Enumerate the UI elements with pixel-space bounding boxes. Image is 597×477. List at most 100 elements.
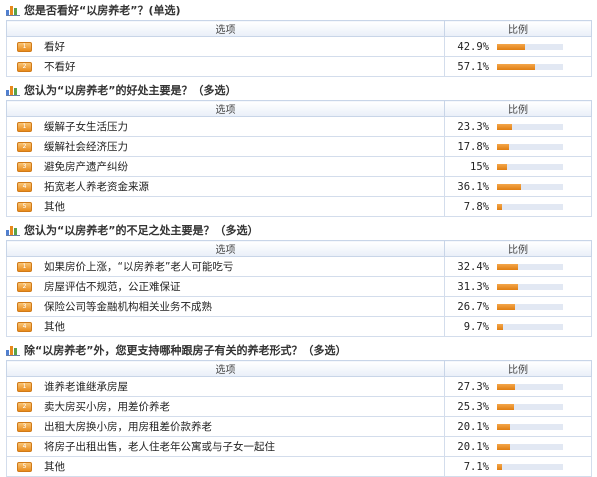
option-number-badge: 5 (17, 201, 32, 212)
option-number-badge: 2 (17, 141, 32, 152)
table-header-row: 选项 比例 (6, 20, 592, 37)
option-label: 房屋评估不规范，公正难保证 (44, 281, 181, 293)
option-number-badge: 5 (17, 461, 32, 472)
ratio-cell: 23.3% (444, 116, 592, 137)
percentage-value: 57.1% (457, 60, 489, 73)
table-row: 5 其他 7.1% (6, 456, 592, 477)
table-header-row: 选项 比例 (6, 360, 592, 377)
table-row: 5 其他 7.8% (6, 196, 592, 217)
table-row: 2 不看好 57.1% (6, 56, 592, 77)
option-label: 看好 (44, 41, 65, 53)
option-cell: 1 如果房价上涨，“以房养老”老人可能吃亏 (6, 256, 445, 277)
poll-section: 除“以房养老”外，您更支持哪种跟房子有关的养老形式？（多选） 选项 比例 1 谁养老谁继… (6, 342, 592, 477)
ratio-cell: 15% (444, 156, 592, 177)
ratio-bar-fill (497, 403, 514, 410)
ratio-cell: 17.8% (444, 136, 592, 157)
ratio-bar-track (497, 63, 563, 70)
ratio-cell: 20.1% (444, 416, 592, 437)
percentage-value: 26.7% (457, 300, 489, 313)
option-number-badge: 3 (17, 421, 32, 432)
ratio-wrap: 7.1% (445, 461, 591, 473)
ratio-bar-fill (497, 383, 516, 390)
poll-results-table: 选项 比例 1 看好 42.9% 2 不看好 57.1% (6, 20, 592, 77)
ratio-wrap: 26.7% (445, 301, 591, 313)
percentage-value: 25.3% (457, 400, 489, 413)
ratio-cell: 26.7% (444, 296, 592, 317)
table-header-row: 选项 比例 (6, 240, 592, 257)
ratio-cell: 7.1% (444, 456, 592, 477)
percentage-value: 7.1% (463, 460, 489, 473)
percentage-value: 42.9% (457, 40, 489, 53)
option-label: 如果房价上涨，“以房养老”老人可能吃亏 (44, 261, 234, 273)
option-number-badge: 1 (17, 261, 32, 272)
option-label: 其他 (44, 321, 65, 333)
option-number-badge: 1 (17, 41, 32, 52)
percentage-value: 17.8% (457, 140, 489, 153)
table-header-row: 选项 比例 (6, 100, 592, 117)
ratio-wrap: 31.3% (445, 281, 591, 293)
ratio-wrap: 7.8% (445, 201, 591, 213)
ratio-bar-track (497, 463, 563, 470)
ratio-bar-track (497, 423, 563, 430)
ratio-cell: 36.1% (444, 176, 592, 197)
ratio-wrap: 15% (445, 161, 591, 173)
table-row: 3 保险公司等金融机构相关业务不成熟 26.7% (6, 296, 592, 317)
poll-results-table: 选项 比例 1 如果房价上涨，“以房养老”老人可能吃亏 32.4% 2 房屋评估不规范，公正… (6, 240, 592, 337)
option-label: 卖大房买小房，用差价养老 (44, 401, 170, 413)
option-label: 谁养老谁继承房屋 (44, 381, 128, 393)
table-row: 1 看好 42.9% (6, 36, 592, 57)
poll-question-text: 除“以房养老”外，您更支持哪种跟房子有关的养老形式？（多选） (24, 344, 347, 357)
percentage-value: 20.1% (457, 420, 489, 433)
table-row: 3 避免房产遗产纠纷 15% (6, 156, 592, 177)
column-header-ratio: 比例 (444, 20, 592, 37)
percentage-value: 15% (470, 160, 489, 173)
ratio-bar-track (497, 283, 563, 290)
option-label: 拓宽老人养老资金来源 (44, 181, 149, 193)
ratio-bar-fill (497, 263, 519, 270)
ratio-bar-track (497, 383, 563, 390)
poll-section: 您是否看好“以房养老”？(单选) 选项 比例 1 看好 42.9% 2 不看好 57.1% (6, 2, 592, 77)
ratio-cell: 32.4% (444, 256, 592, 277)
ratio-bar-track (497, 403, 563, 410)
table-row: 2 缓解社会经济压力 17.8% (6, 136, 592, 157)
ratio-wrap: 20.1% (445, 441, 591, 453)
option-cell: 1 看好 (6, 36, 445, 57)
column-header-ratio: 比例 (444, 240, 592, 257)
ratio-wrap: 9.7% (445, 321, 591, 333)
percentage-value: 36.1% (457, 180, 489, 193)
option-cell: 2 缓解社会经济压力 (6, 136, 445, 157)
ratio-bar-track (497, 143, 563, 150)
ratio-bar-track (497, 43, 563, 50)
ratio-wrap: 42.9% (445, 41, 591, 53)
ratio-bar-track (497, 303, 563, 310)
ratio-bar-fill (497, 323, 504, 330)
ratio-cell: 20.1% (444, 436, 592, 457)
option-label: 缓解子女生活压力 (44, 121, 128, 133)
percentage-value: 27.3% (457, 380, 489, 393)
ratio-cell: 31.3% (444, 276, 592, 297)
option-cell: 1 缓解子女生活压力 (6, 116, 445, 137)
option-cell: 3 出租大房换小房，用房租差价款养老 (6, 416, 445, 437)
option-number-badge: 1 (17, 381, 32, 392)
ratio-wrap: 17.8% (445, 141, 591, 153)
option-cell: 2 不看好 (6, 56, 445, 77)
percentage-value: 32.4% (457, 260, 489, 273)
option-cell: 2 房屋评估不规范，公正难保证 (6, 276, 445, 297)
option-label: 不看好 (44, 61, 76, 73)
percentage-value: 31.3% (457, 280, 489, 293)
ratio-wrap: 36.1% (445, 181, 591, 193)
bar-chart-icon (6, 225, 20, 236)
ratio-wrap: 32.4% (445, 261, 591, 273)
ratio-wrap: 57.1% (445, 61, 591, 73)
ratio-wrap: 27.3% (445, 381, 591, 393)
bar-chart-icon (6, 85, 20, 96)
table-row: 4 拓宽老人养老资金来源 36.1% (6, 176, 592, 197)
ratio-bar-fill (497, 423, 511, 430)
option-label: 避免房产遗产纠纷 (44, 161, 128, 173)
option-label: 出租大房换小房，用房租差价款养老 (44, 421, 212, 433)
percentage-value: 9.7% (463, 320, 489, 333)
column-header-option: 选项 (6, 100, 445, 117)
ratio-bar-fill (497, 463, 502, 470)
option-cell: 4 其他 (6, 316, 445, 337)
option-cell: 5 其他 (6, 196, 445, 217)
